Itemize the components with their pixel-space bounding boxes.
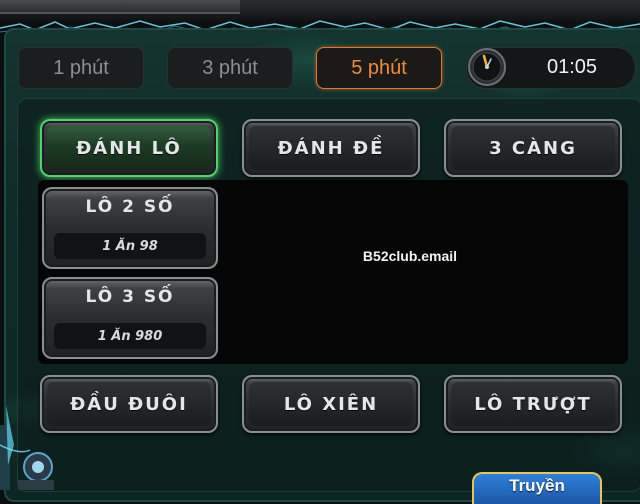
bet-type-danh-lo-button[interactable]: ĐÁNH LÔ (40, 119, 218, 177)
watermark-text: B52club.email (362, 248, 458, 264)
bet-type-3-cang-button[interactable]: 3 CÀNG (444, 119, 622, 177)
timer-value: 01:05 (546, 56, 598, 78)
truyen-button[interactable]: Truyền (472, 472, 602, 504)
tab-1-minute[interactable]: 1 phút (18, 47, 144, 89)
clock-icon (468, 48, 506, 86)
bet-type-label: ĐÁNH LÔ (76, 137, 182, 159)
option-rate: 1 Ăn 98 (102, 238, 158, 254)
option-title: LÔ 3 SỐ (85, 287, 175, 307)
mode-label: LÔ TRƯỢT (474, 393, 592, 415)
option-title: LÔ 2 SỐ (85, 197, 175, 217)
robot-decoration-icon (0, 405, 54, 490)
option-rate-box: 1 Ăn 98 (54, 233, 206, 259)
bet-type-label: ĐÁNH ĐỀ (277, 137, 385, 159)
tab-5-minutes[interactable]: 5 phút (316, 47, 442, 89)
mode-label: ĐẦU ĐUÔI (70, 393, 188, 415)
tab-3-minutes[interactable]: 3 phút (167, 47, 293, 89)
option-lo-3-so[interactable]: LÔ 3 SỐ 1 Ăn 980 (42, 277, 218, 359)
bet-type-label: 3 CÀNG (489, 137, 577, 159)
option-lo-2-so[interactable]: LÔ 2 SỐ 1 Ăn 98 (42, 187, 218, 269)
bet-type-danh-de-button[interactable]: ĐÁNH ĐỀ (242, 119, 420, 177)
mode-lo-xien-button[interactable]: LÔ XIÊN (242, 375, 420, 433)
option-rate-box: 1 Ăn 980 (54, 323, 206, 349)
mode-dau-duoi-button[interactable]: ĐẦU ĐUÔI (40, 375, 218, 433)
truyen-label: Truyền (509, 476, 565, 495)
mode-lo-truot-button[interactable]: LÔ TRƯỢT (444, 375, 622, 433)
option-rate: 1 Ăn 980 (97, 328, 163, 344)
mode-label: LÔ XIÊN (283, 393, 379, 415)
